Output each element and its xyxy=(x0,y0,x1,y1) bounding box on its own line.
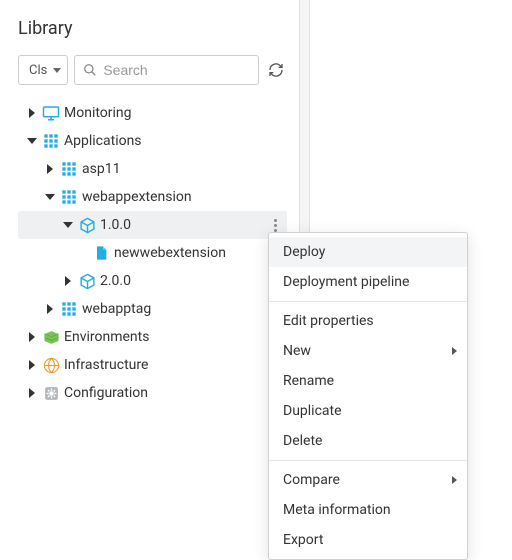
package-icon xyxy=(78,272,96,290)
tree-label: asp11 xyxy=(82,161,120,177)
file-icon xyxy=(92,244,110,262)
apps-icon xyxy=(60,300,78,318)
expand-icon[interactable] xyxy=(26,331,38,343)
apps-icon xyxy=(60,188,78,206)
menu-label: New xyxy=(283,343,311,359)
infrastructure-icon xyxy=(42,356,60,374)
menu-label: Edit properties xyxy=(283,313,374,329)
tree-label: Monitoring xyxy=(64,105,132,121)
toolbar: Cls xyxy=(18,55,287,85)
menu-label: Rename xyxy=(283,373,334,389)
collapse-icon[interactable] xyxy=(26,135,38,147)
tree-item-environments[interactable]: Environments xyxy=(18,323,287,351)
filter-dropdown[interactable]: Cls xyxy=(18,55,68,85)
tree-item-newwebextension[interactable]: newwebextension xyxy=(18,239,287,267)
tree-item-webappextension[interactable]: webappextension xyxy=(18,183,287,211)
tree-label: 1.0.0 xyxy=(100,217,131,233)
chevron-right-icon xyxy=(452,347,457,355)
tree-label: 2.0.0 xyxy=(100,273,131,289)
tree-label: newwebextension xyxy=(114,245,226,261)
menu-item-edit-properties[interactable]: Edit properties xyxy=(269,306,467,336)
collapse-icon[interactable] xyxy=(44,191,56,203)
tree-label: webapptag xyxy=(82,301,151,317)
search-box[interactable] xyxy=(74,55,259,85)
collapse-icon[interactable] xyxy=(62,219,74,231)
expand-icon[interactable] xyxy=(26,359,38,371)
tree-item-configuration[interactable]: Configuration xyxy=(18,379,287,407)
menu-label: Deploy xyxy=(283,244,325,260)
menu-item-new[interactable]: New xyxy=(269,336,467,366)
search-input[interactable] xyxy=(103,62,250,78)
tree-label: webappextension xyxy=(82,189,192,205)
gear-icon xyxy=(42,384,60,402)
library-sidebar: Library Cls xyxy=(0,0,300,546)
menu-label: Meta information xyxy=(283,502,391,518)
apps-icon xyxy=(60,160,78,178)
menu-label: Delete xyxy=(283,433,322,449)
tree-item-applications[interactable]: Applications xyxy=(18,127,287,155)
apps-icon xyxy=(42,132,60,150)
menu-item-meta-information[interactable]: Meta information xyxy=(269,495,467,525)
context-menu: Deploy Deployment pipeline Edit properti… xyxy=(268,232,468,560)
search-icon xyxy=(83,63,97,77)
tree-label: Configuration xyxy=(64,385,148,401)
filter-label: Cls xyxy=(29,63,47,78)
tree-item-monitoring[interactable]: Monitoring xyxy=(18,99,287,127)
package-icon xyxy=(78,216,96,234)
tree-label: Applications xyxy=(64,133,142,149)
tree-item-infrastructure[interactable]: Infrastructure xyxy=(18,351,287,379)
tree-item-version-1-0-0[interactable]: 1.0.0 xyxy=(18,211,287,239)
chevron-right-icon xyxy=(452,476,457,484)
menu-item-duplicate[interactable]: Duplicate xyxy=(269,396,467,426)
sidebar-title: Library xyxy=(18,18,287,39)
menu-label: Deployment pipeline xyxy=(283,274,409,290)
expand-icon[interactable] xyxy=(26,107,38,119)
menu-separator xyxy=(269,301,467,302)
menu-item-delete[interactable]: Delete xyxy=(269,426,467,456)
monitor-icon xyxy=(42,104,60,122)
tree: Monitoring Applications xyxy=(18,99,287,407)
menu-item-rename[interactable]: Rename xyxy=(269,366,467,396)
menu-item-deploy[interactable]: Deploy xyxy=(269,237,467,267)
chevron-down-icon xyxy=(53,68,61,73)
tree-item-version-2-0-0[interactable]: 2.0.0 xyxy=(18,267,287,295)
tree-label: Environments xyxy=(64,329,149,345)
menu-separator xyxy=(269,460,467,461)
environments-icon xyxy=(42,328,60,346)
menu-item-compare[interactable]: Compare xyxy=(269,465,467,495)
expand-icon[interactable] xyxy=(44,163,56,175)
menu-label: Compare xyxy=(283,472,340,488)
menu-item-export[interactable]: Export xyxy=(269,525,467,555)
expand-icon[interactable] xyxy=(26,387,38,399)
tree-item-asp11[interactable]: asp11 xyxy=(18,155,287,183)
expand-icon[interactable] xyxy=(62,275,74,287)
menu-label: Duplicate xyxy=(283,403,342,419)
menu-item-deployment-pipeline[interactable]: Deployment pipeline xyxy=(269,267,467,297)
tree-label: Infrastructure xyxy=(64,357,148,373)
refresh-button[interactable] xyxy=(265,59,287,81)
expand-icon[interactable] xyxy=(44,303,56,315)
tree-item-webapptag[interactable]: webapptag xyxy=(18,295,287,323)
